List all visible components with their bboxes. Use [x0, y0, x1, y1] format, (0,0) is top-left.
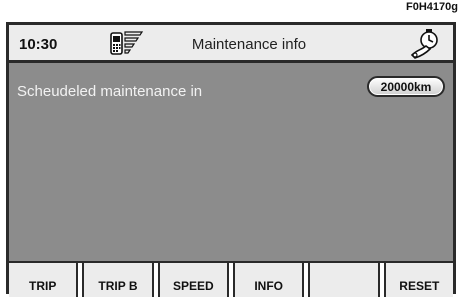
header-bar: 10:30 Maintenance info — [9, 25, 453, 63]
display-screen: 10:30 Maintenance info Scheudeled mainte… — [6, 22, 456, 297]
maintenance-label: Scheudeled maintenance in — [17, 83, 203, 100]
softkey-reset[interactable]: RESET — [383, 263, 453, 297]
figure-code: F0H4170g — [406, 1, 458, 13]
clock: 10:30 — [19, 36, 58, 53]
service-wrench-clock-icon — [409, 28, 441, 60]
softkey-speed[interactable]: SPEED — [157, 263, 229, 297]
softkey-info[interactable]: INFO — [232, 263, 305, 297]
softkey-bar: TRIP TRIP B SPEED INFO RESET — [9, 261, 453, 297]
phone-signal-icon — [109, 30, 145, 58]
softkey-empty[interactable] — [308, 263, 380, 297]
page-title: Maintenance info — [191, 36, 307, 53]
maintenance-km-badge: 20000km — [367, 76, 445, 97]
maintenance-panel: Scheudeled maintenance in 20000km — [9, 63, 453, 259]
softkey-trip-b[interactable]: TRIP B — [82, 263, 154, 297]
softkey-trip[interactable]: TRIP — [9, 263, 79, 297]
